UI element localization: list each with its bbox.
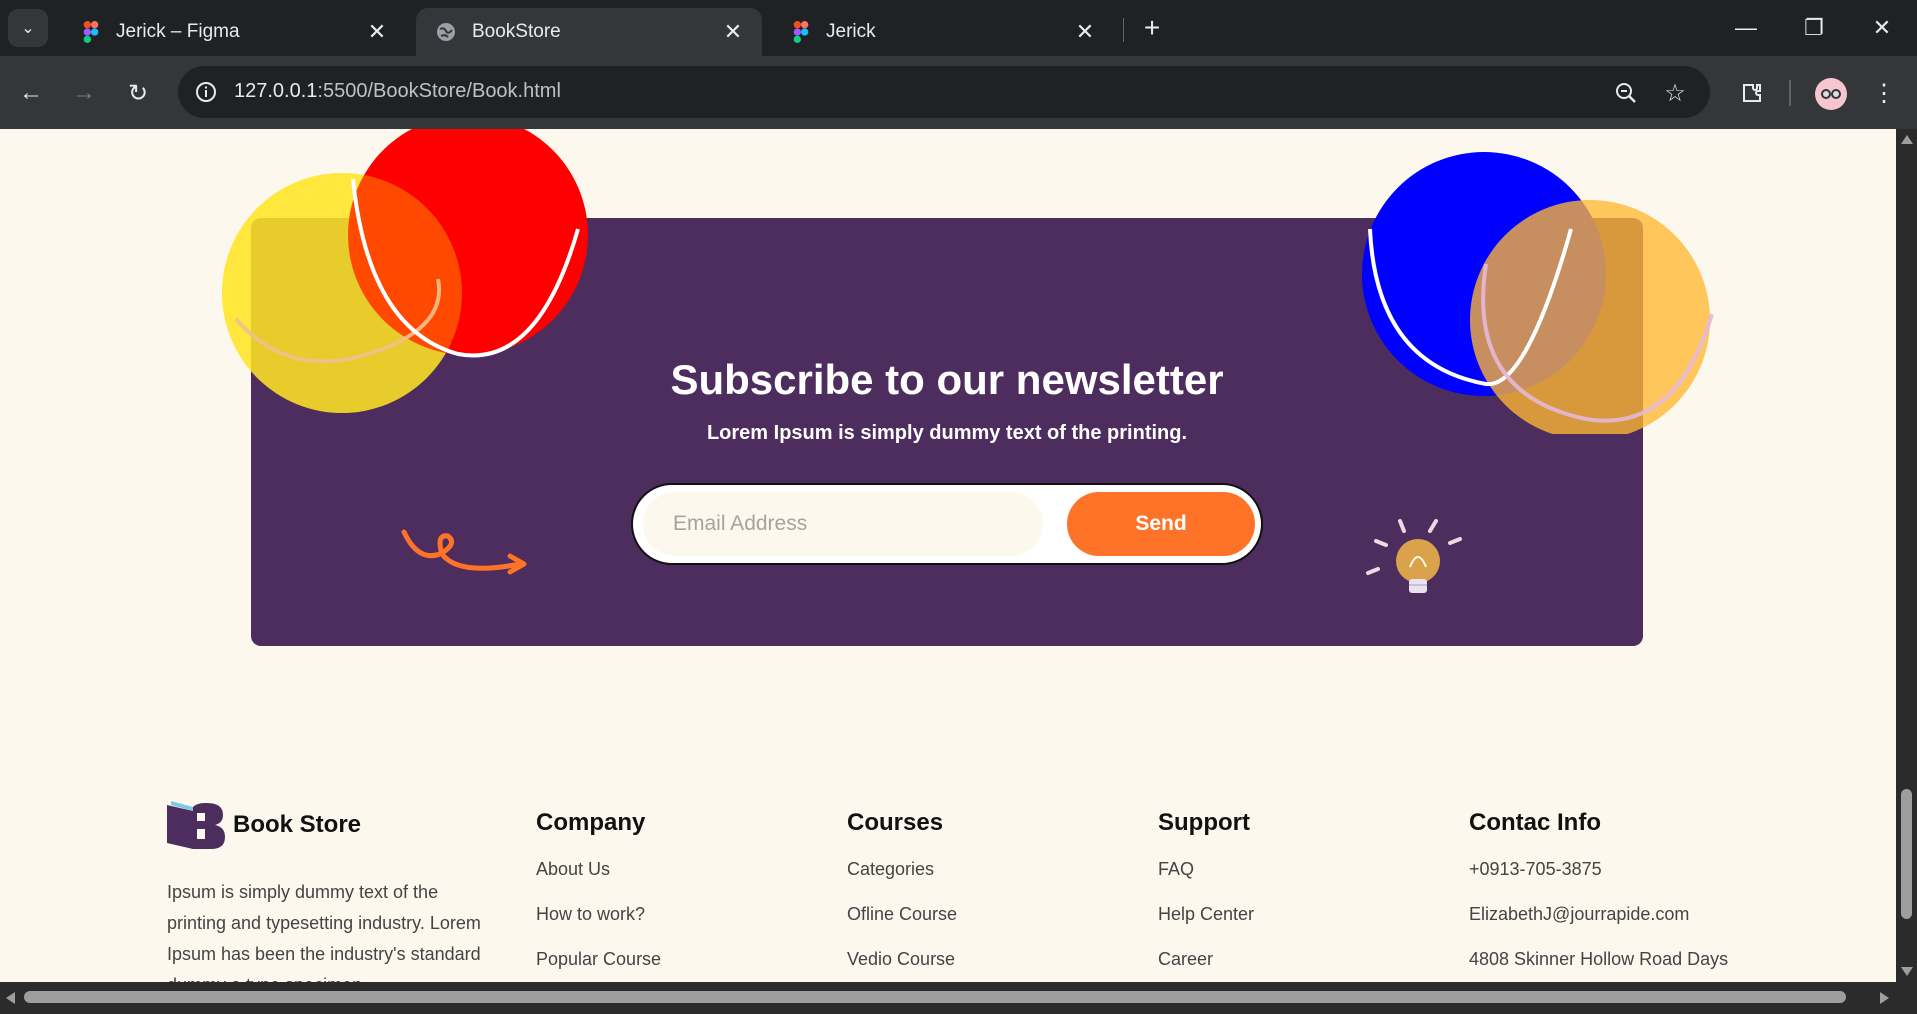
- footer-column-courses: Courses Categories Ofline Course Vedio C…: [847, 809, 957, 982]
- footer-link-faq[interactable]: FAQ: [1158, 859, 1254, 880]
- plus-icon: +: [1143, 12, 1161, 43]
- new-tab-button[interactable]: +: [1136, 12, 1168, 44]
- footer-link-vedio-course[interactable]: Vedio Course: [847, 949, 957, 970]
- scroll-left-arrow-icon[interactable]: [6, 992, 15, 1004]
- restore-button[interactable]: ❐: [1784, 8, 1844, 48]
- close-window-button[interactable]: ✕: [1852, 8, 1912, 48]
- footer-link-career[interactable]: Career: [1158, 949, 1254, 970]
- tab-title: Jerick – Figma: [116, 21, 240, 42]
- tab-title: Jerick: [826, 21, 876, 42]
- reload-button[interactable]: ↻: [118, 73, 158, 113]
- tab-strip: ⌄ Jerick – Figma ✕ BookStore ✕ Jerick ✕ …: [0, 0, 1917, 56]
- tab-title: BookStore: [472, 21, 561, 42]
- close-icon[interactable]: ✕: [366, 19, 388, 45]
- tab-search-button[interactable]: ⌄: [8, 9, 48, 47]
- newsletter-form: Send: [631, 483, 1263, 565]
- url-text[interactable]: 127.0.0.1:5500/BookStore/Book.html: [234, 80, 561, 103]
- footer-link-how-to-work[interactable]: How to work?: [536, 904, 661, 925]
- decorative-circles-left: [222, 129, 588, 413]
- figma-icon: [793, 21, 809, 43]
- close-icon[interactable]: ✕: [722, 19, 744, 45]
- footer-column-company: Company About Us How to work? Popular Co…: [536, 809, 661, 982]
- footer-heading: Support: [1158, 809, 1250, 836]
- minimize-button[interactable]: —: [1716, 8, 1776, 48]
- decorative-circles-right: [1362, 152, 1714, 434]
- footer-link-about-us[interactable]: About Us: [536, 859, 661, 880]
- figma-icon: [83, 21, 99, 43]
- back-button[interactable]: ←: [11, 73, 51, 113]
- light-bulb-icon: [1366, 519, 1462, 593]
- footer-contact-phone[interactable]: +0913-705-3875: [1469, 859, 1728, 880]
- footer-link-ofline-course[interactable]: Ofline Course: [847, 904, 957, 925]
- profile-avatar[interactable]: [1815, 78, 1847, 110]
- url-host: 127.0.0.1: [234, 80, 318, 102]
- scroll-right-arrow-icon[interactable]: [1880, 992, 1889, 1004]
- bookmark-star-icon[interactable]: ☆: [1660, 78, 1690, 108]
- arrow-right-icon: →: [72, 79, 96, 106]
- vertical-scrollbar[interactable]: [1896, 129, 1917, 982]
- tab-separator: [1123, 18, 1124, 42]
- close-icon[interactable]: ✕: [1074, 19, 1096, 45]
- footer-heading: Courses: [847, 809, 944, 836]
- chevron-down-icon: ⌄: [21, 20, 35, 37]
- vertical-scroll-thumb[interactable]: [1901, 789, 1912, 919]
- footer-link-popular-course[interactable]: Popular Course: [536, 949, 661, 970]
- arrow-left-icon: ←: [19, 79, 43, 106]
- minimize-icon: —: [1735, 15, 1757, 40]
- footer-column-support: Support FAQ Help Center Career: [1158, 809, 1254, 982]
- site-info-icon[interactable]: [192, 78, 220, 106]
- footer-link-categories[interactable]: Categories: [847, 859, 957, 880]
- more-menu-icon[interactable]: ⋮: [1864, 73, 1904, 113]
- brand-name: Book Store: [233, 811, 362, 838]
- tab-jerick-figma[interactable]: Jerick – Figma ✕: [62, 8, 406, 56]
- extensions-icon[interactable]: [1732, 73, 1772, 113]
- footer-heading: Company: [536, 809, 646, 836]
- arrow-squiggle-icon: [401, 529, 527, 575]
- email-input[interactable]: [643, 492, 1043, 556]
- forward-button[interactable]: →: [64, 73, 104, 113]
- scroll-down-arrow-icon[interactable]: [1901, 967, 1913, 976]
- address-bar[interactable]: 127.0.0.1:5500/BookStore/Book.html ☆: [178, 66, 1710, 118]
- tab-bookstore[interactable]: BookStore ✕: [416, 8, 762, 56]
- footer-column-contact-info: Contac Info +0913-705-3875 ElizabethJ@jo…: [1469, 809, 1728, 982]
- toolbar-separator: [1789, 80, 1791, 106]
- close-icon: ✕: [1872, 15, 1892, 40]
- brand-description: Ipsum is simply dummy text of the printi…: [167, 882, 481, 982]
- globe-icon: [437, 23, 455, 41]
- horizontal-scrollbar[interactable]: [0, 982, 1917, 1014]
- footer-contact-email[interactable]: ElizabethJ@jourrapide.com: [1469, 904, 1728, 925]
- horizontal-scroll-thumb[interactable]: [24, 991, 1846, 1003]
- footer-heading: Contac Info: [1469, 809, 1601, 836]
- url-path: :5500/BookStore/Book.html: [317, 80, 561, 102]
- browser-toolbar: ← → ↻ 127.0.0.1:5500/BookStore/Book.html…: [0, 56, 1917, 129]
- reload-icon: ↻: [127, 79, 149, 107]
- scroll-up-arrow-icon[interactable]: [1901, 135, 1913, 144]
- zoom-icon[interactable]: [1611, 78, 1641, 108]
- footer-link-help-center[interactable]: Help Center: [1158, 904, 1254, 925]
- restore-icon: ❐: [1804, 15, 1824, 40]
- send-button[interactable]: Send: [1067, 492, 1255, 556]
- book-store-logo-icon: [167, 801, 225, 849]
- footer-contact-address: 4808 Skinner Hollow Road Days: [1469, 949, 1729, 969]
- tab-jerick[interactable]: Jerick ✕: [772, 8, 1114, 56]
- page-viewport: Subscribe to our newsletter Lorem Ipsum …: [0, 129, 1896, 982]
